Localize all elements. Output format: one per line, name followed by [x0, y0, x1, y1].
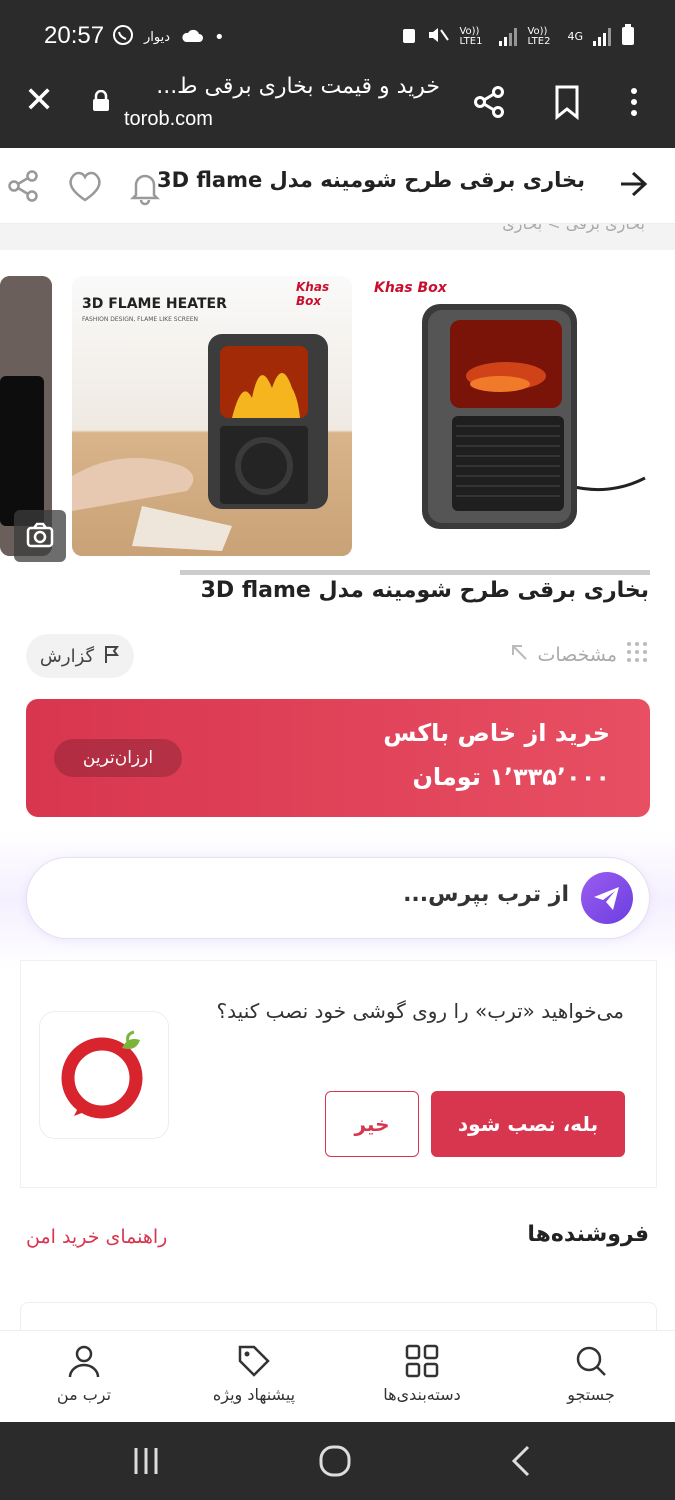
- signal-icon-2: [593, 27, 611, 46]
- specs-link[interactable]: مشخصات: [509, 640, 649, 669]
- ask-section: از ترب بپرس...: [0, 830, 675, 970]
- specs-label[interactable]: مشخصات: [537, 644, 617, 666]
- app-header: بخاری برقی طرح شومینه مدل 3D flame: [0, 148, 675, 224]
- categories-icon: [405, 1344, 439, 1378]
- report-button[interactable]: گزارش: [26, 634, 134, 678]
- divar-label: دیوار: [144, 29, 171, 45]
- heater-image: [422, 304, 646, 529]
- bottom-navigation: جستجو دسته‌بندی‌ها پیشنهاد ویژه ترب من: [0, 1330, 675, 1422]
- alarm-icon: [401, 25, 417, 48]
- share-icon[interactable]: [6, 168, 42, 208]
- system-navigation-bar: [0, 1422, 675, 1500]
- buy-from-store-card[interactable]: خرید از خاص باکس ۱٬۳۳۵٬۰۰۰ تومان ارزان‌ت…: [26, 699, 650, 817]
- store-name[interactable]: خرید از خاص باکس: [383, 719, 610, 747]
- back-arrow-icon[interactable]: [617, 168, 649, 204]
- tag-icon: [238, 1345, 270, 1377]
- share-icon[interactable]: [472, 84, 508, 124]
- user-icon: [68, 1345, 100, 1378]
- send-icon[interactable]: [581, 872, 633, 924]
- safe-purchase-guide-link[interactable]: راهنمای خرید امن: [26, 1226, 167, 1248]
- heart-icon[interactable]: [66, 168, 104, 208]
- signal-icon: [499, 27, 518, 46]
- product-image-2[interactable]: 3D FLAME HEATER FASHION DESIGN, FLAME LI…: [72, 276, 352, 556]
- lte2-label: Vo)) LTE2: [527, 25, 551, 47]
- torob-logo: [39, 1011, 169, 1139]
- arrow-up-left-icon: [509, 642, 529, 667]
- cloud-icon: [180, 27, 204, 47]
- grid-dots-icon: [625, 640, 649, 669]
- mute-icon: [427, 25, 450, 48]
- lock-icon: [92, 89, 110, 112]
- heater-image: [72, 334, 328, 551]
- ask-torob-input[interactable]: از ترب بپرس...: [26, 857, 650, 939]
- status-time: 20:57: [44, 22, 105, 49]
- lte1-label: Vo)) LTE1: [459, 25, 483, 47]
- install-no-button[interactable]: خیر: [325, 1091, 419, 1157]
- nav-categories[interactable]: دسته‌بندی‌ها: [362, 1343, 482, 1404]
- search-icon: [576, 1346, 606, 1376]
- whatsapp-icon: [112, 24, 134, 50]
- header-title: بخاری برقی طرح شومینه مدل 3D flame: [157, 168, 585, 192]
- product-image-1[interactable]: Khas Box: [360, 276, 650, 556]
- sellers-heading: فروشنده‌ها: [527, 1222, 649, 1247]
- product-title: بخاری برقی طرح شومینه مدل 3D flame: [200, 578, 649, 603]
- nav-my-torob[interactable]: ترب من: [24, 1343, 144, 1404]
- browser-page-title[interactable]: خرید و قیمت بخاری برقی ط...: [120, 74, 440, 99]
- dot-icon: •: [214, 26, 225, 48]
- browser-url[interactable]: torob.com: [124, 108, 213, 131]
- back-icon[interactable]: [508, 1444, 532, 1482]
- install-message: می‌خواهید «ترب» را روی گوشی خود نصب کنید…: [216, 999, 624, 1023]
- recents-icon[interactable]: [132, 1444, 160, 1482]
- status-bar: 20:57 دیوار • Vo)) LTE1 Vo)) LTE2 4G: [0, 0, 675, 72]
- bookmark-icon[interactable]: [552, 84, 582, 124]
- install-yes-button[interactable]: بله، نصب شود: [431, 1091, 625, 1157]
- notification-bell-icon[interactable]: [126, 168, 164, 210]
- nav-search[interactable]: جستجو: [531, 1343, 651, 1404]
- install-app-card: می‌خواهید «ترب» را روی گوشی خود نصب کنید…: [20, 960, 657, 1188]
- seller-card[interactable]: [20, 1302, 657, 1332]
- report-label[interactable]: گزارش: [40, 646, 94, 667]
- nav-special-offers[interactable]: پیشنهاد ویژه: [194, 1343, 314, 1404]
- browser-toolbar: ✕ خرید و قیمت بخاری برقی ط... torob.com: [0, 72, 675, 148]
- home-icon[interactable]: [318, 1444, 352, 1482]
- camera-search-icon[interactable]: [14, 510, 66, 562]
- breadcrumb[interactable]: بخاری برقی > بخاری: [0, 224, 675, 250]
- gallery-scroll-indicator: [180, 570, 650, 575]
- product-gallery[interactable]: Khas Box 3D FLAME HEATER FASHION DESIGN,…: [0, 250, 675, 575]
- network-label: 4G: [567, 30, 583, 43]
- ask-placeholder[interactable]: از ترب بپرس...: [403, 882, 569, 907]
- cheapest-badge: ارزان‌ترین: [54, 739, 182, 777]
- price: ۱٬۳۳۵٬۰۰۰ تومان: [412, 763, 610, 791]
- battery-icon: [621, 24, 635, 49]
- flag-icon: [102, 644, 120, 669]
- close-icon[interactable]: ✕: [24, 83, 54, 119]
- more-vert-icon[interactable]: [628, 84, 640, 124]
